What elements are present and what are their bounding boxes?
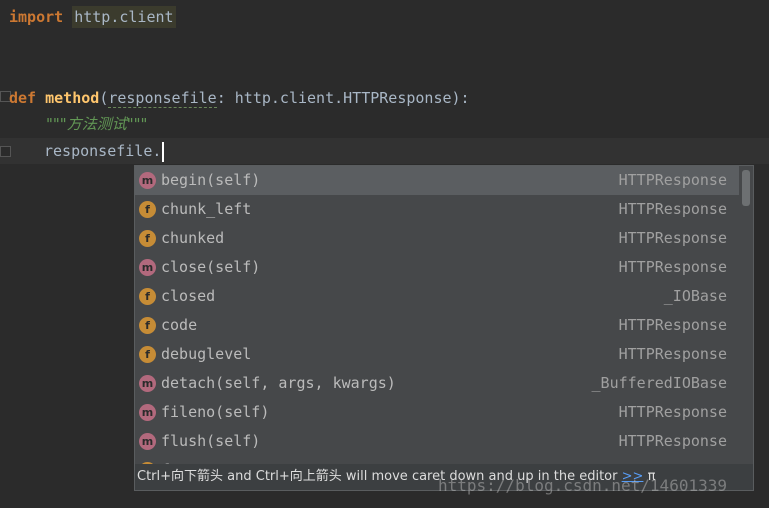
completion-item[interactable]: m fileno(self) HTTPResponse — [135, 398, 739, 427]
completion-item[interactable]: m begin(self) HTTPResponse — [135, 166, 739, 195]
current-line-text: responsefile. — [44, 142, 162, 160]
completion-item-name: chunk_left — [161, 200, 252, 218]
parameter-name: responsefile — [108, 89, 217, 108]
completion-item-name: flush(self) — [161, 432, 261, 450]
module-name: http.client — [72, 6, 176, 28]
field-icon: f — [139, 201, 156, 218]
method-icon: m — [139, 433, 156, 450]
code-line-docstring[interactable]: """方法测试""" — [46, 111, 147, 137]
method-icon: m — [139, 259, 156, 276]
code-line-def[interactable]: def method(responsefile: http.client.HTT… — [9, 85, 470, 111]
completion-item-name: debuglevel — [161, 345, 252, 363]
completion-item[interactable]: m flush(self) HTTPResponse — [135, 427, 739, 456]
completion-item[interactable]: m close(self) HTTPResponse — [135, 253, 739, 282]
completion-item-type: HTTPResponse — [618, 258, 727, 276]
completion-scrollbar[interactable] — [739, 166, 753, 466]
docstring: """方法测试""" — [46, 115, 148, 133]
completion-item-type: HTTPResponse — [618, 403, 727, 421]
text-caret — [162, 141, 165, 162]
completion-item-name: begin(self) — [161, 171, 261, 189]
function-name: method — [45, 89, 100, 107]
completion-item[interactable]: f code HTTPResponse — [135, 311, 739, 340]
field-icon: f — [139, 288, 156, 305]
method-icon: m — [139, 404, 156, 421]
completion-item-type: HTTPResponse — [618, 229, 727, 247]
completion-item-type: HTTPResponse — [618, 171, 727, 189]
completion-item-type: HTTPResponse — [618, 345, 727, 363]
field-icon: f — [139, 230, 156, 247]
completion-item[interactable]: f chunked HTTPResponse — [135, 224, 739, 253]
completion-item[interactable]: m detach(self, args, kwargs) _BufferedIOBa… — [135, 369, 739, 398]
scrollbar-thumb[interactable] — [742, 170, 750, 206]
import-keyword: import — [9, 8, 64, 26]
completion-item-name: closed — [161, 287, 216, 305]
completion-popup[interactable]: m begin(self) HTTPResponse f chunk_left HTTPR… — [134, 165, 754, 491]
completion-item[interactable]: f chunk_left HTTPResponse — [135, 195, 739, 224]
completion-item-name: close(self) — [161, 258, 261, 276]
completion-item-name: detach(self, args, kwargs) — [161, 374, 396, 392]
fold-end-icon[interactable] — [0, 146, 11, 157]
method-icon: m — [139, 375, 156, 392]
completion-item-type: _IOBase — [663, 287, 727, 305]
def-keyword: def — [9, 89, 37, 107]
method-icon: m — [139, 172, 156, 189]
completion-item[interactable]: f debuglevel HTTPResponse — [135, 340, 739, 369]
watermark-text: https://blog.csdn.net/14601339 — [438, 476, 727, 495]
completion-item-type: _BufferedIOBase — [591, 374, 727, 392]
completion-item-name: fileno(self) — [161, 403, 270, 421]
completion-item-name: chunked — [161, 229, 225, 247]
field-icon: f — [139, 317, 156, 334]
open-paren: ( — [99, 89, 109, 107]
type-annotation: : http.client.HTTPResponse): — [216, 89, 470, 107]
completion-item-type: HTTPResponse — [618, 200, 727, 218]
completion-item-type: HTTPResponse — [618, 432, 727, 450]
code-line-import[interactable]: import http.client — [9, 4, 176, 30]
field-icon: f — [139, 346, 156, 363]
completion-item[interactable]: f closed _IOBase — [135, 282, 739, 311]
code-line-current[interactable]: responsefile. — [44, 138, 165, 164]
completion-item-name: code — [161, 316, 198, 334]
completion-item-type: HTTPResponse — [618, 316, 727, 334]
